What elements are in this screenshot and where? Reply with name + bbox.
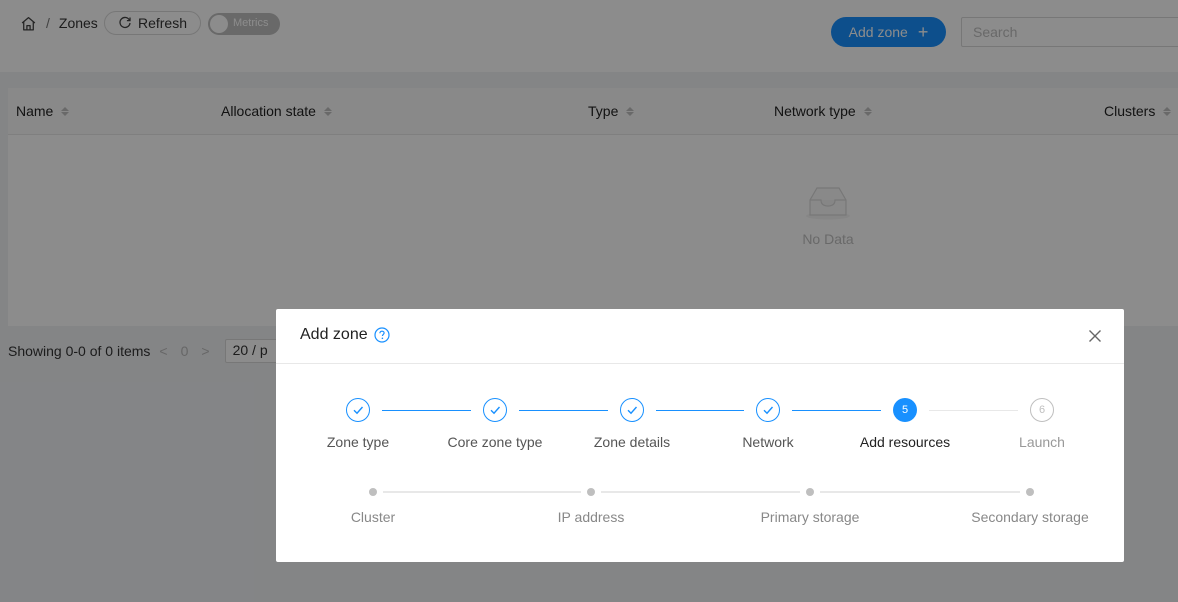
substep-label: Secondary storage	[971, 509, 1089, 525]
step-label: Core zone type	[447, 434, 543, 450]
step-label: Zone type	[326, 434, 390, 450]
add-zone-modal: Add zone Zone type Core zone type Zone det…	[276, 309, 1124, 562]
substep-dot	[369, 488, 377, 496]
step-check-icon	[756, 398, 780, 422]
step-connector	[382, 410, 471, 411]
substep-connector	[383, 491, 581, 493]
step-label: Add resources	[859, 434, 951, 450]
step-connector	[519, 410, 608, 411]
step-number-current: 5	[893, 398, 917, 422]
step-check-icon	[346, 398, 370, 422]
step-label: Network	[742, 434, 794, 450]
step-check-icon	[620, 398, 644, 422]
step-number-pending: 6	[1030, 398, 1054, 422]
substep-connector	[601, 491, 800, 493]
substep-label: IP address	[557, 509, 625, 525]
step-check-icon	[483, 398, 507, 422]
substep-connector	[820, 491, 1020, 493]
substep-dot	[806, 488, 814, 496]
substep-dot	[587, 488, 595, 496]
substep-label: Cluster	[350, 509, 396, 525]
step-connector	[792, 410, 881, 411]
wizard-steps: Zone type Core zone type Zone details Netwo…	[276, 309, 1124, 562]
step-connector	[656, 410, 744, 411]
substep-label: Primary storage	[760, 509, 860, 525]
step-connector	[929, 410, 1018, 411]
step-label: Launch	[1019, 434, 1065, 450]
step-label: Zone details	[593, 434, 671, 450]
substep-dot	[1026, 488, 1034, 496]
